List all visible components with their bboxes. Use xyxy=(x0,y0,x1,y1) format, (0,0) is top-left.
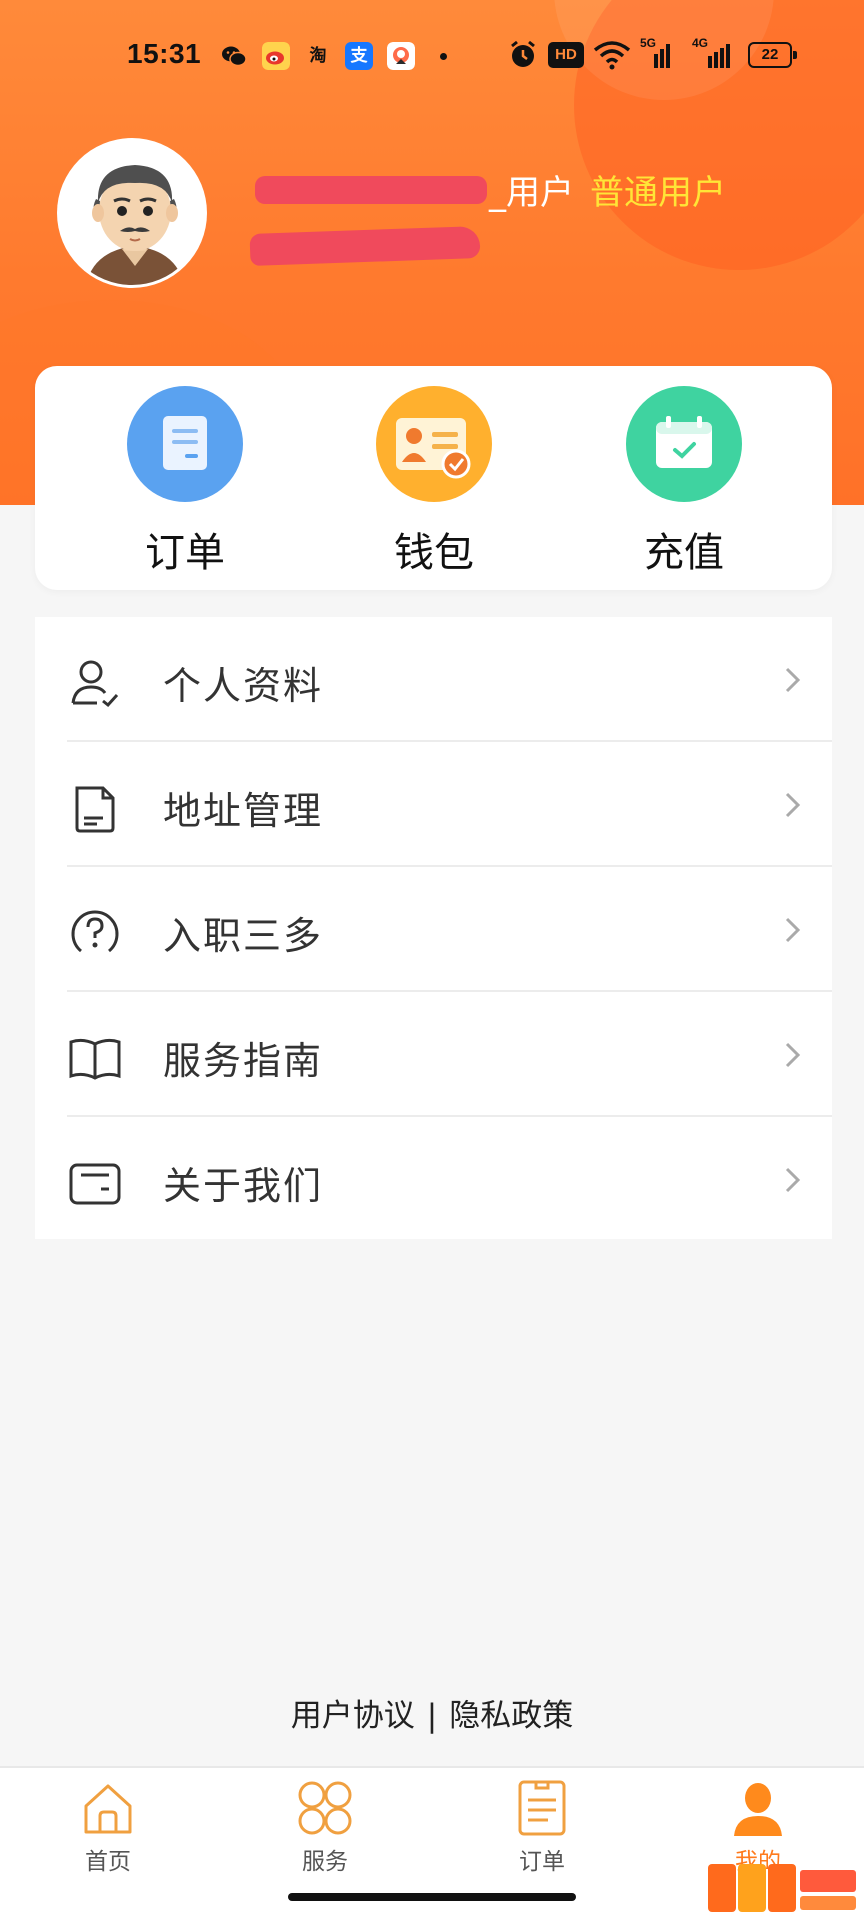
chevron-right-icon xyxy=(785,1167,801,1193)
alarm-icon xyxy=(511,40,535,67)
quick-action-wallet[interactable]: 钱包 xyxy=(354,386,514,576)
privacy-policy-link[interactable]: 隐私政策 xyxy=(449,1698,573,1734)
link-separator: | xyxy=(426,1698,438,1734)
avatar[interactable] xyxy=(57,138,207,288)
menu-item-service-guide[interactable]: 服务指南 xyxy=(35,992,832,1117)
wechat-icon xyxy=(222,46,247,67)
weibo-icon xyxy=(262,42,290,70)
quick-action-label: 订单 xyxy=(145,530,225,576)
document-icon xyxy=(75,786,115,833)
quick-action-recharge[interactable]: 充值 xyxy=(604,386,764,576)
order-icon xyxy=(127,386,243,502)
chevron-right-icon xyxy=(785,917,801,943)
chevron-right-icon xyxy=(785,1042,801,1068)
menu-item-profile[interactable]: 个人资料 xyxy=(35,617,832,742)
tab-services[interactable]: 服务 xyxy=(255,1778,395,1888)
recharge-calendar-icon xyxy=(626,386,742,502)
menu-item-label: 地址管理 xyxy=(163,789,324,833)
settings-menu: 个人资料 地址管理 入职三多 服务指南 关于我们 xyxy=(35,617,832,1239)
home-icon xyxy=(84,1784,132,1834)
menu-item-label: 个人资料 xyxy=(163,664,324,708)
menu-item-address[interactable]: 地址管理 xyxy=(35,742,832,867)
quick-action-label: 钱包 xyxy=(394,530,474,576)
app-notification-icon xyxy=(387,42,415,70)
wifi-icon xyxy=(593,41,631,70)
hd-icon: HD xyxy=(548,42,584,68)
book-icon xyxy=(69,1038,121,1080)
question-icon xyxy=(71,910,119,953)
person-icon xyxy=(734,1783,782,1836)
services-grid-icon xyxy=(298,1781,352,1835)
username-suffix: _用户 xyxy=(489,173,574,213)
tab-label: 首页 xyxy=(85,1849,131,1875)
tab-home[interactable]: 首页 xyxy=(38,1778,178,1888)
quick-actions-card: 订单 钱包 充值 xyxy=(35,366,832,590)
order-list-icon xyxy=(518,1780,566,1836)
user-level-badge: 普通用户 xyxy=(590,173,726,213)
more-notifications-icon xyxy=(440,53,447,60)
quick-action-orders[interactable]: 订单 xyxy=(105,386,265,576)
username-line: _用户 普通用户 xyxy=(255,165,726,213)
menu-item-onboarding[interactable]: 入职三多 xyxy=(35,867,832,992)
legal-links: 用户协议 | 隐私政策 xyxy=(0,1690,864,1735)
avatar-illustration xyxy=(60,141,204,285)
menu-item-label: 入职三多 xyxy=(163,914,324,958)
chevron-right-icon xyxy=(785,667,801,693)
tab-orders[interactable]: 订单 xyxy=(472,1778,612,1888)
menu-item-label: 关于我们 xyxy=(163,1164,324,1208)
chevron-right-icon xyxy=(785,792,801,818)
status-time: 15:31 xyxy=(127,38,202,69)
quick-action-label: 充值 xyxy=(644,530,724,576)
tab-label: 订单 xyxy=(519,1849,565,1875)
battery-indicator: 22 xyxy=(748,42,797,68)
status-bar: 15:31 淘 支 HD 5G 4G 22 xyxy=(0,30,864,80)
tab-label: 服务 xyxy=(302,1849,348,1875)
site-watermark-logo xyxy=(708,1864,856,1912)
username-redaction xyxy=(255,175,487,204)
taobao-icon: 淘 xyxy=(309,46,327,66)
user-profile-icon xyxy=(71,660,119,708)
card-icon xyxy=(69,1163,121,1205)
signal-4g-icon xyxy=(708,44,730,68)
alipay-icon: 支 xyxy=(345,42,373,70)
menu-item-about[interactable]: 关于我们 xyxy=(35,1117,832,1242)
menu-item-label: 服务指南 xyxy=(163,1039,324,1083)
signal-5g-icon xyxy=(654,44,670,68)
wallet-card-icon xyxy=(376,386,492,502)
home-indicator[interactable] xyxy=(288,1893,576,1901)
user-agreement-link[interactable]: 用户协议 xyxy=(291,1698,415,1734)
